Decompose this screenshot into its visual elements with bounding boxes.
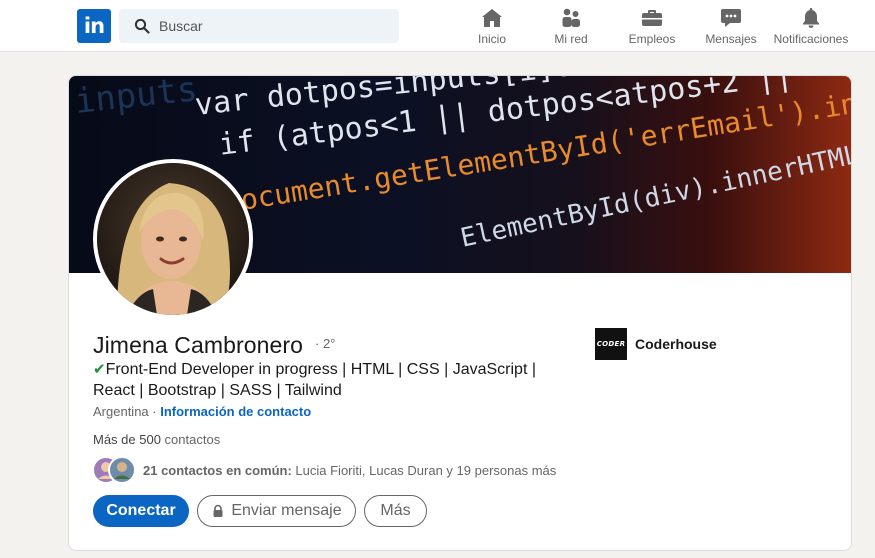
check-icon: ✔ — [93, 361, 106, 378]
connections-number: Más de 500 — [93, 432, 161, 447]
profile-headline: ✔Front-End Developer in progress | HTML … — [93, 359, 563, 401]
nav-item-notificaciones[interactable]: Notificaciones — [772, 0, 850, 52]
nav-label: Notificaciones — [773, 32, 849, 46]
nav-label: Inicio — [477, 32, 506, 46]
mutual-text: 21 contactos en común: Lucia Fioriti, Lu… — [143, 463, 556, 478]
send-message-label: Enviar mensaje — [231, 502, 342, 519]
send-message-button[interactable]: Enviar mensaje — [197, 495, 356, 527]
more-button[interactable]: Más — [364, 495, 427, 527]
profile-name: Jimena Cambronero — [93, 332, 304, 358]
contact-info-link[interactable]: Información de contacto — [160, 404, 311, 419]
connections-label: contactos — [160, 432, 221, 447]
nav-item-mensajes[interactable]: Mensajes — [703, 0, 759, 52]
search-box[interactable] — [119, 9, 399, 43]
separator: · — [148, 404, 161, 419]
linkedin-logo[interactable]: in — [77, 9, 111, 43]
mutual-count: 21 contactos en común: — [143, 462, 292, 478]
briefcase-icon — [642, 10, 662, 26]
top-nav: in Inicio Mi red Empleos — [0, 0, 875, 52]
home-icon — [482, 9, 502, 27]
company-name: Coderhouse — [635, 336, 717, 352]
people-icon — [562, 8, 580, 27]
connect-button[interactable]: Conectar — [93, 495, 189, 527]
nav-label: Mensajes — [705, 32, 757, 46]
profile-avatar[interactable] — [93, 159, 253, 319]
nav-label: Empleos — [628, 32, 676, 46]
mutual-connections[interactable]: 21 contactos en común: Lucia Fioriti, Lu… — [93, 454, 556, 486]
connections-count[interactable]: Más de 500 contactos — [93, 432, 220, 447]
mutual-avatars — [93, 456, 136, 484]
current-company[interactable]: CODER Coderhouse — [595, 328, 717, 360]
avatar-photo — [97, 163, 249, 315]
headline-text: Front-End Developer in progress | HTML |… — [93, 361, 536, 399]
nav-item-empleos[interactable]: Empleos — [624, 0, 680, 52]
nav-item-inicio[interactable]: Inicio — [472, 0, 512, 52]
connection-degree: · 2° — [315, 336, 336, 351]
chat-icon — [721, 9, 741, 27]
coderhouse-logo: CODER — [595, 328, 627, 360]
mutual-names: Lucia Fioriti, Lucas Duran y 19 personas… — [291, 462, 557, 478]
bell-icon — [803, 8, 819, 28]
search-input[interactable] — [159, 9, 389, 43]
search-icon — [134, 18, 150, 34]
profile-location-row: Argentina · Información de contacto — [93, 404, 311, 419]
lock-icon — [213, 504, 223, 517]
nav-item-mi-red[interactable]: Mi red — [548, 0, 594, 52]
banner-code-line: inputs — [72, 76, 200, 122]
location-text: Argentina — [93, 404, 149, 419]
profile-card: inputs var dotpos=inputs[i]. if (atpos<1… — [68, 75, 852, 551]
nav-label: Mi red — [554, 32, 588, 46]
